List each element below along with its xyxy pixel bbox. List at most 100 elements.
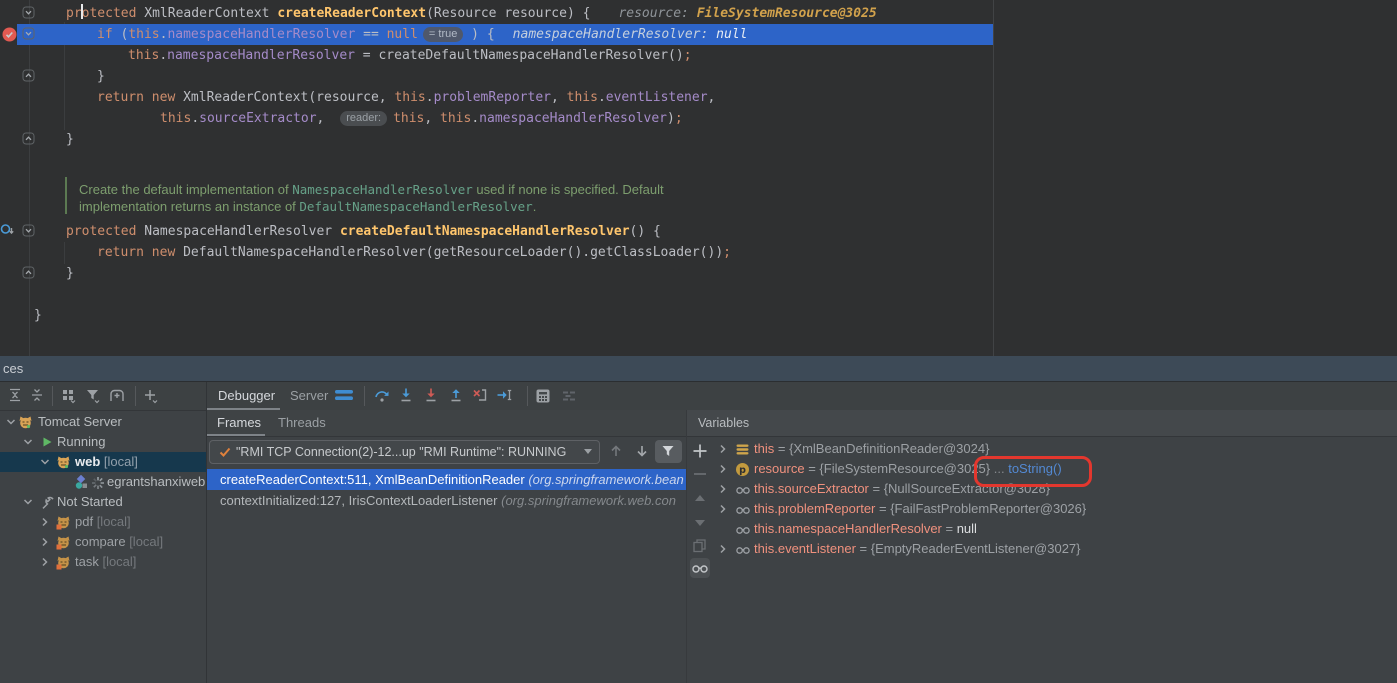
- variable-row[interactable]: this.problemReporter = {FailFastProblemR…: [712, 499, 1397, 519]
- tree-row[interactable]: compare [local]: [0, 532, 206, 552]
- drop-frame-icon[interactable]: [471, 387, 489, 405]
- show-execution-point-icon[interactable]: [334, 387, 352, 405]
- code-line: }: [66, 129, 74, 150]
- expand-all-icon[interactable]: [7, 387, 25, 405]
- chevron-down-icon[interactable]: [38, 455, 52, 469]
- breakpoint-icon[interactable]: [2, 27, 17, 45]
- run-icon: [40, 435, 54, 449]
- tomcat-stopped-icon: [56, 515, 70, 529]
- tomcat-icon: [56, 455, 70, 469]
- chevron-right-icon[interactable]: [716, 442, 730, 456]
- code-line: if (this.namespaceHandlerResolver == nul…: [97, 24, 747, 45]
- variable-row-text: this.eventListener = {EmptyReaderEventLi…: [754, 539, 1081, 559]
- variable-row[interactable]: this.namespaceHandlerResolver = null: [712, 519, 1397, 539]
- code-line: }: [66, 263, 74, 284]
- variable-row-text: this.namespaceHandlerResolver = null: [754, 519, 977, 539]
- step-into-icon[interactable]: [398, 387, 416, 405]
- fold-end-icon[interactable]: [22, 132, 35, 145]
- toolbar-separator: [364, 386, 365, 406]
- tree-row-label: web [local]: [75, 452, 138, 472]
- override-method-icon[interactable]: [0, 222, 16, 241]
- variable-row[interactable]: this.eventListener = {EmptyReaderEventLi…: [712, 539, 1397, 559]
- watch-icon: [735, 502, 750, 517]
- restore-layout-icon[interactable]: [560, 387, 578, 405]
- ide-window: protected XmlReaderContext createReaderC…: [0, 0, 1397, 683]
- tostring-annotation-box: [974, 456, 1092, 487]
- code-line: this.namespaceHandlerResolver = createDe…: [128, 45, 692, 66]
- thread-selector-label: "RMI TCP Connection(2)-12...up "RMI Runt…: [236, 441, 576, 463]
- add-icon[interactable]: [142, 387, 160, 405]
- previous-frame-icon[interactable]: [606, 441, 626, 461]
- tree-row[interactable]: Tomcat Server: [0, 412, 206, 432]
- tab-debugger[interactable]: Debugger: [218, 382, 275, 410]
- tomcat-icon: [18, 415, 32, 429]
- fold-expanded-icon[interactable]: [22, 27, 35, 40]
- fold-end-icon[interactable]: [22, 266, 35, 279]
- next-frame-icon[interactable]: [632, 441, 652, 461]
- duplicate-icon[interactable]: [690, 536, 710, 556]
- evaluate-expression-icon[interactable]: [534, 387, 552, 405]
- frame-row[interactable]: createReaderContext:511, XmlBeanDefiniti…: [207, 469, 686, 490]
- variables-header: Variables: [687, 410, 1397, 437]
- wrench-icon: [40, 495, 54, 509]
- chevron-right-icon[interactable]: [716, 502, 730, 516]
- tab-frames-underline: [207, 434, 265, 436]
- code-editor[interactable]: protected XmlReaderContext createReaderC…: [0, 0, 1397, 357]
- step-over-icon[interactable]: [373, 387, 391, 405]
- tree-row[interactable]: Running: [0, 432, 206, 452]
- watch-icon: [735, 542, 750, 557]
- tab-threads[interactable]: Threads: [278, 410, 326, 436]
- code-line: return new DefaultNamespaceHandlerResolv…: [97, 242, 731, 263]
- chevron-down-icon[interactable]: [21, 435, 35, 449]
- tree-row[interactable]: web [local]: [0, 452, 206, 472]
- run-to-cursor-icon[interactable]: [496, 387, 514, 405]
- tree-row[interactable]: pdf [local]: [0, 512, 206, 532]
- fold-end-icon[interactable]: [22, 69, 35, 82]
- services-tree: Tomcat ServerRunningweb [local]egrantsha…: [0, 410, 206, 683]
- collapse-all-icon[interactable]: [29, 387, 47, 405]
- chevron-right-icon[interactable]: [716, 482, 730, 496]
- add-watch-icon[interactable]: [690, 441, 710, 461]
- tree-row[interactable]: task [local]: [0, 552, 206, 572]
- chevron-right-icon[interactable]: [716, 462, 730, 476]
- doc-comment-bar: [65, 177, 67, 214]
- show-watches-icon[interactable]: [690, 558, 710, 578]
- tree-row[interactable]: Not Started: [0, 492, 206, 512]
- chevron-right-icon[interactable]: [38, 515, 52, 529]
- parameter-icon: p: [735, 462, 750, 477]
- tomcat-stopped-icon: [56, 555, 70, 569]
- tab-server[interactable]: Server: [290, 382, 328, 410]
- fold-expanded-icon[interactable]: [22, 6, 35, 19]
- gutter-divider: [29, 0, 30, 356]
- chevron-right-icon[interactable]: [38, 555, 52, 569]
- step-out-icon[interactable]: [448, 387, 466, 405]
- thread-selector-dropdown[interactable]: "RMI TCP Connection(2)-12...up "RMI Runt…: [209, 440, 600, 464]
- chevron-down-icon[interactable]: [21, 495, 35, 509]
- code-line: }: [34, 305, 42, 326]
- tree-row-label: pdf [local]: [75, 512, 131, 532]
- filter-icon[interactable]: [84, 387, 102, 405]
- chevron-right-icon[interactable]: [38, 535, 52, 549]
- frame-row[interactable]: contextInitialized:127, IrisContextLoade…: [207, 490, 686, 511]
- artifact-spinner-icon: [74, 475, 88, 489]
- tab-frames[interactable]: Frames: [217, 410, 261, 436]
- fold-expanded-icon[interactable]: [22, 224, 35, 237]
- toolbar-separator: [527, 386, 528, 406]
- code-line: }: [97, 66, 105, 87]
- toolbar-separator: [52, 386, 53, 406]
- hide-frames-filter-button[interactable]: [655, 440, 682, 463]
- move-down-icon[interactable]: [690, 512, 710, 532]
- chevron-right-icon[interactable]: [716, 542, 730, 556]
- move-up-icon[interactable]: [690, 489, 710, 509]
- indent-guide: [64, 242, 65, 264]
- variable-row-text: this.problemReporter = {FailFastProblemR…: [754, 499, 1086, 519]
- group-by-icon[interactable]: [60, 387, 78, 405]
- services-titlebar[interactable]: ces: [0, 356, 1397, 382]
- chevron-down-icon[interactable]: [4, 415, 18, 429]
- remove-watch-icon[interactable]: [690, 464, 710, 484]
- variables-toolbar: [687, 436, 713, 683]
- toolbar-separator: [135, 386, 136, 406]
- force-step-into-icon[interactable]: [423, 387, 441, 405]
- add-tab-icon[interactable]: [107, 387, 125, 405]
- tree-row[interactable]: egrantshanxiweb: [0, 472, 206, 492]
